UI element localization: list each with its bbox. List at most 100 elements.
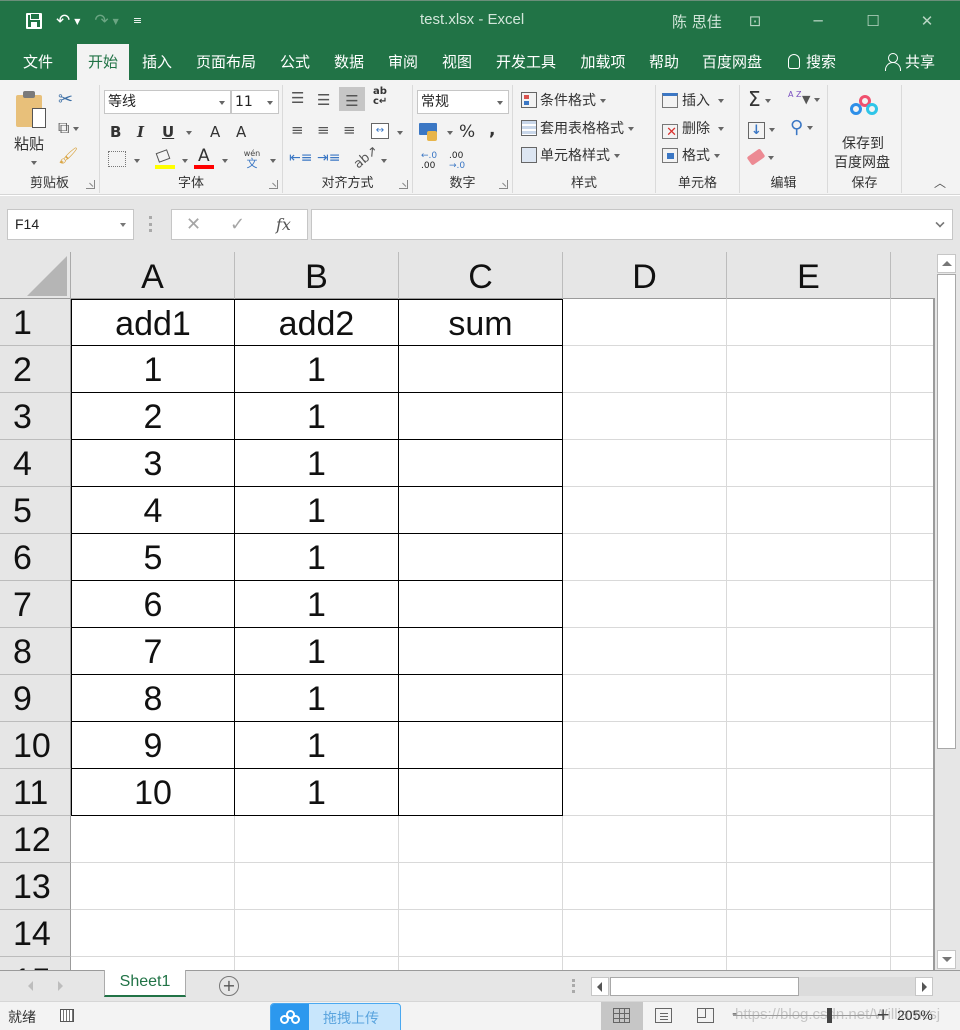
font-color-dropdown-icon[interactable] [222,159,228,163]
cell[interactable]: 1 [235,393,399,440]
format-as-table-button[interactable]: 套用表格格式 [521,120,634,138]
cell[interactable] [563,910,727,957]
merge-dropdown-icon[interactable] [397,131,403,135]
cell[interactable] [891,863,935,910]
save-icon[interactable] [26,13,42,29]
underline-dropdown-icon[interactable] [186,131,192,135]
cell[interactable] [71,816,235,863]
column-header-e[interactable]: E [727,252,891,299]
row-header[interactable]: 5 [0,487,71,534]
grow-font-button[interactable]: A [210,123,220,141]
cell[interactable] [891,910,935,957]
select-all-button[interactable] [0,252,71,299]
zoom-in-button[interactable]: + [876,1005,890,1025]
sheet-tab-sheet1[interactable]: Sheet1 [104,970,186,997]
cell[interactable] [235,863,399,910]
number-format-combo[interactable]: 常规 [417,90,509,114]
insert-function-icon[interactable]: fx [276,215,291,234]
cell[interactable]: 1 [235,346,399,393]
tab-formulas[interactable]: 公式 [272,44,318,80]
increase-indent-icon[interactable]: ⇥≡ [317,149,340,167]
decrease-decimal-button[interactable]: .00 →.0 [449,151,465,171]
vertical-scrollbar[interactable] [935,252,960,970]
cell[interactable] [891,393,935,440]
tab-help[interactable]: 帮助 [642,44,686,80]
save-to-baidu-line1[interactable]: 保存到 [842,135,884,153]
copy-icon[interactable]: ⧉ [58,119,80,137]
cell[interactable] [71,863,235,910]
row-header[interactable]: 14 [0,910,71,957]
decrease-indent-icon[interactable]: ⇤≡ [289,149,312,167]
cell[interactable] [727,675,891,722]
cell[interactable] [563,299,727,346]
page-layout-view-button[interactable] [643,1002,685,1030]
save-to-baidu-line2[interactable]: 百度网盘 [834,154,890,172]
enter-icon[interactable]: ✓ [230,214,245,235]
tab-developer[interactable]: 开发工具 [490,44,562,80]
cell[interactable] [563,816,727,863]
scroll-left-icon[interactable] [591,977,609,996]
cell[interactable] [727,534,891,581]
row-header[interactable]: 7 [0,581,71,628]
scroll-down-icon[interactable] [937,950,956,969]
cell[interactable] [563,722,727,769]
customize-qat-icon[interactable]: ≡ [133,11,142,31]
column-header-b[interactable]: B [235,252,399,299]
worksheet-grid[interactable]: A B C D E 1 add1 add2 sum 2 1 1 3 2 1 4 3 1 5 4 1 6 5 1 7 6 1… [0,252,935,970]
cell[interactable]: 6 [71,581,235,628]
shrink-font-button[interactable]: A [236,123,246,141]
cell[interactable]: 1 [235,628,399,675]
cell[interactable] [727,487,891,534]
prev-sheet-icon[interactable] [28,981,33,991]
phonetic-button[interactable]: wén 文 [242,149,262,170]
borders-icon[interactable] [108,151,126,167]
collapse-ribbon-icon[interactable]: ︿ [934,174,946,192]
format-painter-icon[interactable]: 🖌 [58,147,78,165]
cell[interactable]: 5 [71,534,235,581]
cell[interactable] [727,393,891,440]
cell[interactable] [727,816,891,863]
paste-dropdown-icon[interactable] [31,161,37,165]
row-header[interactable]: 3 [0,393,71,440]
cell[interactable] [727,440,891,487]
cell[interactable]: 1 [235,675,399,722]
cell[interactable] [727,769,891,816]
cell[interactable]: 1 [71,346,235,393]
cell[interactable] [563,628,727,675]
cell[interactable] [563,769,727,816]
font-launcher-icon[interactable] [269,180,278,189]
user-name[interactable]: 陈 思佳 [672,11,722,32]
scroll-right-icon[interactable] [915,977,933,996]
sort-filter-button[interactable]: A Z [788,91,802,99]
number-launcher-icon[interactable] [499,180,508,189]
italic-button[interactable]: I [137,123,144,141]
tab-split-grip[interactable] [572,979,575,993]
align-center-icon[interactable]: ≡ [317,121,330,139]
zoom-slider-thumb[interactable] [827,1008,832,1023]
orientation-dropdown-icon[interactable] [381,159,387,163]
cell[interactable] [563,534,727,581]
increase-decimal-button[interactable]: ←.0 .00 [421,151,437,171]
cell[interactable] [891,299,935,346]
cell[interactable] [891,440,935,487]
cell[interactable]: 1 [235,769,399,816]
cell[interactable] [563,393,727,440]
expand-formula-icon[interactable] [935,218,945,228]
tab-data[interactable]: 数据 [326,44,372,80]
align-left-icon[interactable]: ≡ [291,121,304,139]
tab-page-layout[interactable]: 页面布局 [190,44,262,80]
cell[interactable] [235,957,399,970]
page-break-view-button[interactable] [685,1002,727,1030]
filter-icon[interactable]: ▼ [802,91,821,109]
cell[interactable]: 4 [71,487,235,534]
name-box[interactable]: F14 [7,209,134,240]
baidu-upload-button[interactable]: 拖拽上传 [270,1003,401,1030]
cell[interactable] [891,675,935,722]
cell[interactable]: 1 [235,534,399,581]
cell[interactable] [399,534,563,581]
cell[interactable] [727,581,891,628]
cell[interactable] [891,628,935,675]
cell[interactable] [235,910,399,957]
cell[interactable] [891,722,935,769]
zoom-slider[interactable] [733,1015,883,1016]
